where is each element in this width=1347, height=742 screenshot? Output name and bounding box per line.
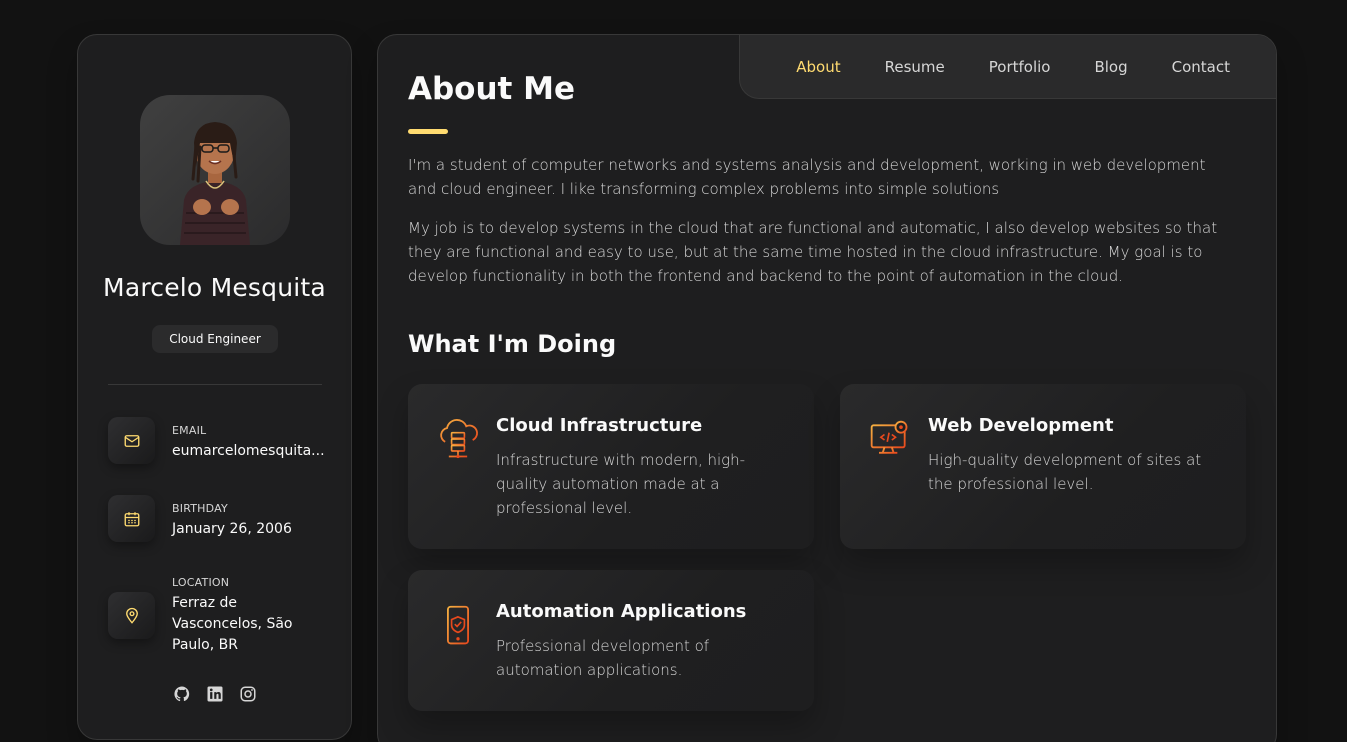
services-title: What I'm Doing	[408, 330, 617, 358]
page: Marcelo Mesquita Cloud Engineer Email eu…	[0, 0, 1347, 742]
email-icon-box	[108, 417, 155, 464]
cloud-server-icon	[440, 419, 478, 459]
location-label: Location	[172, 576, 230, 589]
avatar	[140, 95, 290, 245]
instagram-icon[interactable]	[239, 685, 257, 703]
profile-name: Marcelo Mesquita	[103, 273, 326, 302]
service-title-cloud: Cloud Infrastructure	[496, 415, 703, 436]
birthday-value: January 26, 2006	[172, 521, 292, 537]
location-icon-box	[108, 592, 155, 639]
service-title-web: Web Development	[928, 415, 1114, 436]
service-card-automation: Automation Applications Professional dev…	[408, 570, 814, 711]
nav-portfolio[interactable]: Portfolio	[989, 58, 1051, 76]
navbar: About Resume Portfolio Blog Contact	[739, 35, 1276, 99]
avatar-illustration	[180, 122, 250, 245]
title-underline	[408, 129, 448, 134]
service-card-cloud: Cloud Infrastructure Infrastructure with…	[408, 384, 814, 549]
role-badge: Cloud Engineer	[152, 325, 278, 353]
birthday-label: Birthday	[172, 502, 228, 515]
nav-about[interactable]: About	[796, 58, 840, 76]
nav-contact[interactable]: Contact	[1172, 58, 1230, 76]
location-value: Ferraz de Vasconcelos, São Paulo, BR	[172, 595, 293, 653]
about-paragraph-2: My job is to develop systems in the clou…	[408, 219, 1218, 285]
main-content: About Resume Portfolio Blog Contact Abou…	[377, 34, 1277, 742]
service-title-automation: Automation Applications	[496, 601, 747, 622]
sidebar-separator	[108, 384, 322, 385]
service-text-web: High-quality development of sites at the…	[928, 451, 1202, 493]
about-paragraph-1: I'm a student of computer networks and s…	[408, 156, 1206, 198]
sidebar: Marcelo Mesquita Cloud Engineer Email eu…	[77, 34, 352, 740]
linkedin-icon[interactable]	[206, 685, 224, 703]
nav-blog[interactable]: Blog	[1094, 58, 1127, 76]
nav-resume[interactable]: Resume	[885, 58, 945, 76]
email-label: Email	[172, 424, 207, 437]
mail-icon	[124, 434, 139, 447]
map-pin-icon	[125, 607, 138, 624]
mobile-automation-icon	[447, 605, 469, 645]
email-value[interactable]: eumarcelomesquita...	[172, 441, 328, 462]
service-text-automation: Professional development of automation a…	[496, 637, 710, 679]
web-dev-monitor-icon	[870, 420, 908, 454]
service-card-web: Web Development High-quality development…	[840, 384, 1246, 549]
github-icon[interactable]	[173, 685, 191, 703]
page-title: About Me	[408, 71, 576, 107]
calendar-icon	[124, 511, 139, 526]
social-links	[78, 685, 351, 703]
service-text-cloud: Infrastructure with modern, high-quality…	[496, 451, 746, 517]
birthday-icon-box	[108, 495, 155, 542]
